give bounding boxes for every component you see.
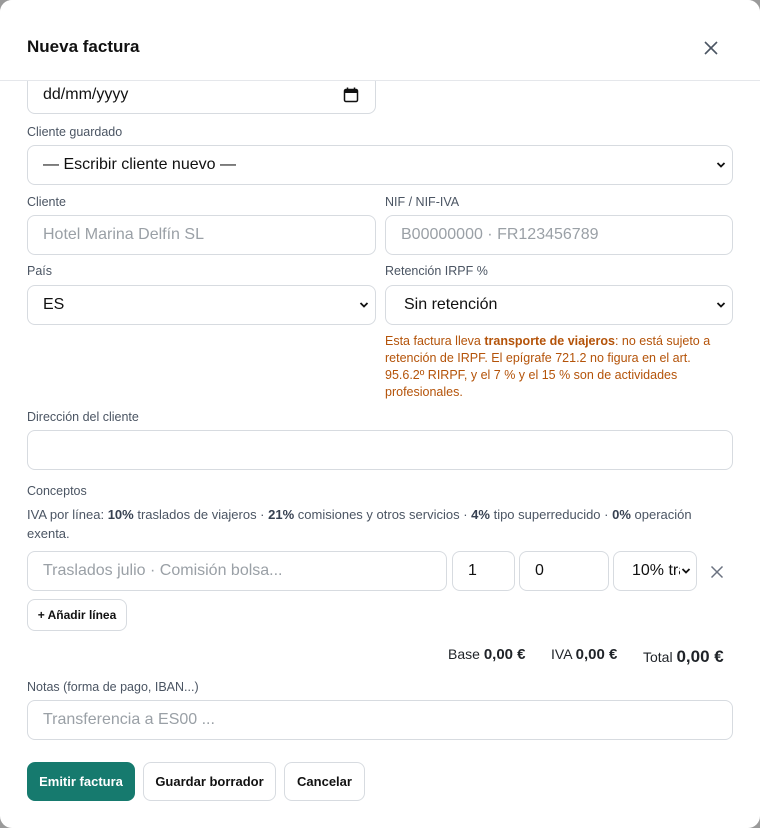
nif-input[interactable]: B00000000 · FR123456789 bbox=[385, 215, 733, 255]
base-value: 0,00 € bbox=[483, 646, 526, 663]
iva-4: 4% bbox=[471, 507, 490, 522]
iva-0: 0% bbox=[612, 507, 631, 522]
chevron-down-icon bbox=[680, 565, 692, 577]
chevron-down-icon bbox=[716, 162, 726, 168]
add-line-button[interactable]: + Añadir línea bbox=[27, 599, 127, 631]
cancel-button[interactable]: Cancelar bbox=[284, 762, 365, 801]
line-description-input[interactable]: Traslados julio · Comisión bolsa... bbox=[27, 551, 447, 591]
issue-invoice-button[interactable]: Emitir factura bbox=[27, 762, 135, 801]
irpf-warning-bold: transporte de viajeros bbox=[484, 334, 615, 348]
address-label: Dirección del cliente bbox=[27, 410, 139, 424]
notes-input[interactable]: Transferencia a ES00 ... bbox=[27, 700, 733, 740]
concepts-label: Conceptos bbox=[27, 484, 87, 498]
chevron-down-icon bbox=[716, 302, 726, 308]
notes-label: Notas (forma de pago, IBAN...) bbox=[27, 680, 199, 694]
nif-label: NIF / NIF-IVA bbox=[385, 195, 460, 209]
line-price-input[interactable]: 0 bbox=[519, 551, 609, 591]
irpf-warning: Esta factura lleva transporte de viajero… bbox=[385, 333, 725, 401]
line-quantity-value: 1 bbox=[468, 562, 477, 579]
iva-4-text: tipo superreducido · bbox=[489, 507, 613, 522]
iva-value: 0,00 € bbox=[575, 646, 618, 663]
base-label: Base bbox=[448, 646, 480, 662]
modal-title: Nueva factura bbox=[27, 37, 140, 56]
total-label: Total bbox=[643, 649, 673, 665]
line-vat-value: 10% tra bbox=[632, 562, 688, 579]
irpf-warning-before: Esta factura lleva bbox=[385, 334, 485, 348]
iva-21-text: comisiones y otros servicios · bbox=[294, 507, 472, 522]
country-value: ES bbox=[43, 296, 65, 313]
client-label: Cliente bbox=[27, 195, 66, 209]
total-value: 0,00 € bbox=[676, 647, 724, 666]
address-input[interactable] bbox=[27, 430, 733, 470]
saved-client-value: — Escribir cliente nuevo — bbox=[43, 156, 236, 173]
remove-line-icon[interactable] bbox=[709, 564, 725, 580]
irpf-select[interactable]: Sin retención bbox=[385, 285, 733, 325]
invoice-date-value: dd/mm/yyyy bbox=[43, 86, 129, 103]
iva-10-text: traslados de viajeros · bbox=[133, 507, 269, 522]
line-quantity-input[interactable]: 1 bbox=[452, 551, 515, 591]
iva-10: 10% bbox=[107, 507, 134, 522]
invoice-modal: dd/mm/yyyy Nueva factura Cliente guardad… bbox=[0, 0, 760, 828]
country-label: País bbox=[27, 264, 53, 278]
client-input[interactable]: Hotel Marina Delfín SL bbox=[27, 215, 376, 255]
iva-21: 21% bbox=[268, 507, 295, 522]
notes-placeholder: Transferencia a ES00 ... bbox=[43, 711, 215, 728]
save-draft-button[interactable]: Guardar borrador bbox=[143, 762, 276, 801]
saved-client-label: Cliente guardado bbox=[27, 125, 123, 139]
line-description-placeholder: Traslados julio · Comisión bolsa... bbox=[43, 562, 283, 579]
iva-help-text: IVA por línea: 10% traslados de viajeros… bbox=[27, 505, 727, 543]
chevron-down-icon bbox=[359, 302, 369, 308]
iva-total: IVA 0,00 € bbox=[551, 646, 617, 663]
iva-prefix: IVA por línea: bbox=[27, 507, 108, 522]
saved-client-select[interactable]: — Escribir cliente nuevo — bbox=[27, 145, 733, 185]
iva-label: IVA bbox=[551, 646, 572, 662]
line-vat-select[interactable]: 10% tra bbox=[613, 551, 697, 591]
line-price-value: 0 bbox=[535, 562, 544, 579]
calendar-icon[interactable] bbox=[343, 87, 359, 103]
modal-header: Nueva factura bbox=[0, 0, 760, 81]
close-icon[interactable] bbox=[699, 36, 723, 60]
irpf-value: Sin retención bbox=[404, 296, 498, 313]
base-total: Base 0,00 € bbox=[448, 646, 526, 663]
client-placeholder: Hotel Marina Delfín SL bbox=[43, 226, 204, 243]
country-select[interactable]: ES bbox=[27, 285, 376, 325]
nif-placeholder: B00000000 · FR123456789 bbox=[401, 226, 599, 243]
grand-total: Total 0,00 € bbox=[643, 647, 724, 667]
irpf-label: Retención IRPF % bbox=[385, 264, 488, 278]
